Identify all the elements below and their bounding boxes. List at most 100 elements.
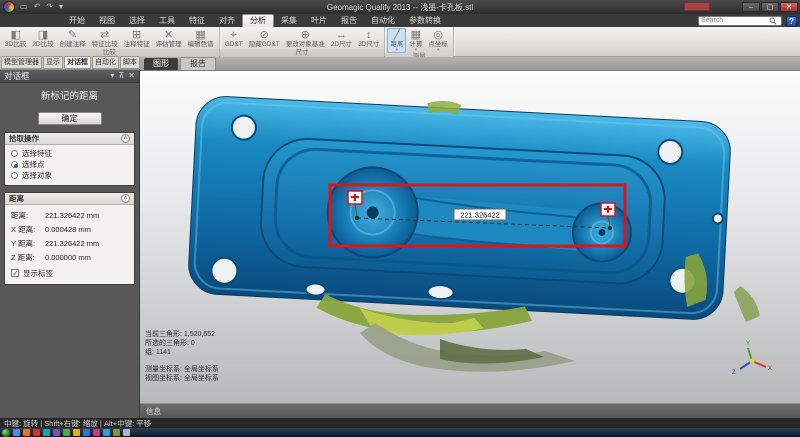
row-value: 0.000428 mm bbox=[45, 225, 91, 234]
new-file-icon[interactable]: ▭ bbox=[20, 2, 28, 12]
title-bar: ▭ ↶ ↷ ▾ Geomagic Qualify 2013 -- 浅墨-卡孔板.… bbox=[0, 0, 800, 14]
taskbar-app-icon[interactable] bbox=[43, 429, 50, 436]
taskbar-app-icon[interactable] bbox=[23, 429, 30, 436]
hide-gdt-button[interactable]: ⊘隐藏GD&T bbox=[246, 28, 283, 49]
dimension-3d-button[interactable]: ↕3D尺寸 bbox=[355, 28, 382, 49]
start-button-icon[interactable] bbox=[2, 429, 10, 437]
button-label: 特征比较 bbox=[92, 41, 118, 48]
gdt-icon: ⌖ bbox=[231, 29, 237, 41]
result-manager-button[interactable]: ✕评估管理 bbox=[153, 28, 185, 49]
button-label: 3D比较 bbox=[5, 41, 26, 48]
help-icon[interactable]: ? bbox=[786, 16, 797, 27]
radio-select-point[interactable]: 选择点 bbox=[11, 159, 130, 170]
chevron-down-icon: ▾ bbox=[396, 48, 399, 52]
checkbox-label: 显示标签 bbox=[23, 268, 53, 279]
distance-annotation-label[interactable]: 221.326422 bbox=[454, 209, 506, 220]
tab-parametric-exchange[interactable]: 参数转换 bbox=[402, 15, 448, 27]
titlebar-highlight-badge bbox=[684, 2, 710, 11]
tab-home[interactable]: 开始 bbox=[62, 15, 92, 27]
taskbar-app-icon[interactable] bbox=[83, 429, 90, 436]
taskbar-app-icon[interactable] bbox=[73, 429, 80, 436]
distance-section: 距离 ∧ 距离: 221.326422 mm X 距离: 0.000428 mm… bbox=[4, 192, 135, 285]
collapse-icon[interactable]: ∧ bbox=[121, 194, 130, 203]
gdt-button[interactable]: ⌖GD&T bbox=[222, 28, 246, 49]
distance-button[interactable]: ╱距离▾ bbox=[387, 28, 406, 53]
quick-access-toolbar: ▭ ↶ ↷ ▾ bbox=[20, 0, 63, 14]
taskbar-app-icon[interactable] bbox=[93, 429, 100, 436]
taskbar-app-icon[interactable] bbox=[123, 429, 130, 436]
edit-spectrum-button[interactable]: ▦编辑色谱 bbox=[185, 28, 217, 49]
redo-icon[interactable]: ↷ bbox=[46, 2, 53, 12]
button-label: 编辑色谱 bbox=[188, 41, 214, 48]
z-distance-row: Z 距离: 0.000000 mm bbox=[11, 250, 130, 264]
feature-compare-button[interactable]: ⇄特征比较 bbox=[89, 28, 121, 49]
create-annotation-button[interactable]: ✎创建注释 bbox=[57, 28, 89, 49]
viewport-tab-graphics[interactable]: 图形 bbox=[144, 58, 178, 70]
tab-view[interactable]: 视图 bbox=[92, 15, 122, 27]
panel-tab-strip: 模型管理器 显示 对话框 自动化 脚本 bbox=[0, 57, 139, 70]
group-label-dimension: 尺寸 bbox=[220, 49, 385, 57]
panel-tab-model-manager[interactable]: 模型管理器 bbox=[1, 56, 42, 69]
radio-select-object[interactable]: 选择对象 bbox=[11, 170, 130, 181]
ok-button[interactable]: 确定 bbox=[38, 112, 102, 125]
compare-2d-button[interactable]: ◨2D比较 bbox=[29, 28, 56, 49]
taskbar-app-icon[interactable] bbox=[13, 429, 20, 436]
application-window: ▭ ↶ ↷ ▾ Geomagic Qualify 2013 -- 浅墨-卡孔板.… bbox=[0, 0, 800, 437]
chevron-down-icon[interactable]: ▾ bbox=[110, 72, 114, 80]
close-button[interactable]: ✕ bbox=[780, 2, 798, 12]
undo-icon[interactable]: ↶ bbox=[34, 2, 41, 12]
ribbon-group-dimension: ⌖GD&T ⊘隐藏GD&T ⊕更改对象基准 ↔2D尺寸 ↕3D尺寸 尺寸 bbox=[220, 27, 386, 56]
taskbar-app-icon[interactable] bbox=[63, 429, 70, 436]
tab-blade[interactable]: 叶片 bbox=[304, 15, 334, 27]
compare-3d-button[interactable]: ◧3D比较 bbox=[2, 28, 29, 49]
minimize-button[interactable]: – bbox=[742, 2, 760, 12]
panel-tab-automation[interactable]: 自动化 bbox=[92, 56, 119, 69]
chevron-down-icon: ▾ bbox=[437, 48, 440, 52]
tab-features[interactable]: 特征 bbox=[182, 15, 212, 27]
maximize-button[interactable]: ▢ bbox=[761, 2, 779, 12]
change-datum-button[interactable]: ⊕更改对象基准 bbox=[283, 28, 328, 49]
button-label: 评估管理 bbox=[156, 41, 182, 48]
tab-report[interactable]: 报告 bbox=[334, 15, 364, 27]
customize-qat-icon[interactable]: ▾ bbox=[59, 2, 63, 12]
taskbar-app-icon[interactable] bbox=[53, 429, 60, 436]
viewport-tab-report[interactable]: 报告 bbox=[180, 57, 216, 70]
panel-close-icon[interactable]: ✕ bbox=[128, 72, 135, 80]
tab-automation[interactable]: 自动化 bbox=[364, 15, 402, 27]
show-label-checkbox[interactable]: ✓ 显示标签 bbox=[11, 266, 130, 280]
y-distance-row: Y 距离: 221.326422 mm bbox=[11, 236, 130, 250]
taskbar-app-icon[interactable] bbox=[33, 429, 40, 436]
taskbar-app-icon[interactable] bbox=[103, 429, 110, 436]
calculate-button[interactable]: ▦计算▾ bbox=[406, 28, 425, 53]
radio-select-feature[interactable]: 选择特征 bbox=[11, 148, 130, 159]
panel-tab-script[interactable]: 脚本 bbox=[120, 56, 140, 69]
search-icon bbox=[769, 17, 777, 25]
row-label: Y 距离: bbox=[11, 238, 45, 249]
search-input[interactable] bbox=[699, 17, 769, 25]
scene-info-block: 当前三角形: 1,520,652 所选的三角形: 0 组: 1141 测量坐标系… bbox=[145, 330, 219, 383]
info-line: 组: 1141 bbox=[145, 348, 219, 357]
panel-tab-dialog[interactable]: 对话框 bbox=[64, 56, 91, 69]
x-distance-row: X 距离: 0.000428 mm bbox=[11, 222, 130, 236]
dimension-2d-button[interactable]: ↔2D尺寸 bbox=[328, 28, 355, 49]
app-logo-icon[interactable] bbox=[3, 1, 15, 13]
message-panel[interactable]: 信息 bbox=[140, 403, 800, 418]
tab-capture[interactable]: 采集 bbox=[274, 15, 304, 27]
tab-select[interactable]: 选择 bbox=[122, 15, 152, 27]
tab-alignment[interactable]: 对齐 bbox=[212, 15, 242, 27]
tab-tools[interactable]: 工具 bbox=[152, 15, 182, 27]
annotate-features-icon: ⊞ bbox=[132, 29, 141, 41]
chevron-down-icon: ▾ bbox=[415, 48, 418, 52]
tab-analysis[interactable]: 分析 bbox=[242, 14, 274, 27]
annotate-features-button[interactable]: ⊞注释特征 bbox=[121, 28, 153, 49]
panel-tab-display[interactable]: 显示 bbox=[43, 56, 63, 69]
dimension-2d-icon: ↔ bbox=[336, 29, 347, 41]
point-coordinate-button[interactable]: ◎点坐标▾ bbox=[425, 28, 451, 53]
windows-taskbar[interactable] bbox=[0, 428, 800, 437]
collapse-icon[interactable]: ∧ bbox=[121, 134, 130, 143]
graphics-viewport[interactable]: 图形 报告 bbox=[140, 57, 800, 403]
pin-icon[interactable]: ⊼ bbox=[118, 72, 124, 80]
change-datum-icon: ⊕ bbox=[301, 29, 310, 41]
3d-scene[interactable]: 221.326422 X Y Z bbox=[140, 71, 800, 403]
taskbar-app-icon[interactable] bbox=[113, 429, 120, 436]
